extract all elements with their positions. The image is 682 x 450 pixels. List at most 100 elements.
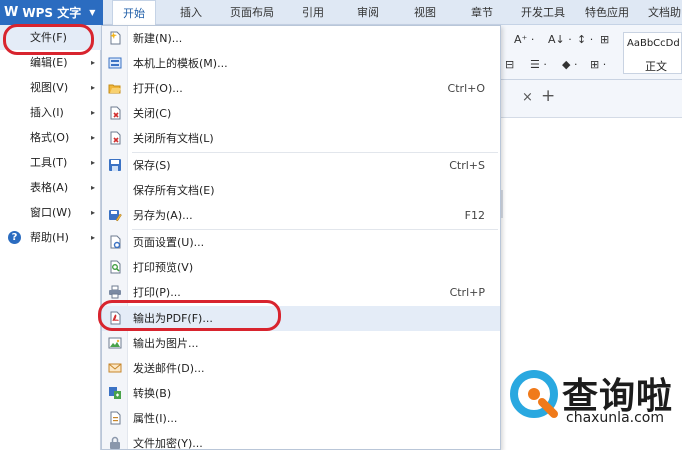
menu-item-page-setup[interactable]: 页面设置(U)...: [102, 230, 500, 255]
menu-label: 保存所有文档(E): [133, 184, 215, 197]
menu-item-format[interactable]: 格式(O) ▸: [0, 125, 101, 150]
submenu-arrow-icon: ▸: [90, 108, 95, 117]
menu-label: 帮助(H): [30, 231, 69, 244]
submenu-arrow-icon: ▸: [90, 58, 95, 67]
list-button[interactable]: ☰ ·: [530, 58, 547, 71]
menu-item-properties[interactable]: 属性(I)...: [102, 406, 500, 431]
close-document-icon: [110, 106, 121, 120]
shading-button[interactable]: ◆ ·: [562, 58, 577, 71]
submenu-arrow-icon: ▸: [90, 183, 95, 192]
style-sample: AaBbCcDd: [627, 38, 680, 49]
menu-item-local-templates[interactable]: 本机上的模板(M)...: [102, 51, 500, 76]
tab-insert[interactable]: 插入: [180, 0, 202, 25]
line-spacing-button[interactable]: ↕ ·: [577, 33, 593, 46]
menu-item-encrypt[interactable]: 文件加密(Y)...: [102, 431, 500, 450]
watermark-logo-icon: [510, 370, 558, 418]
menu-label: 关闭(C): [133, 107, 172, 120]
wps-logo-icon: W: [4, 5, 19, 20]
menu-label: 格式(O): [30, 131, 70, 144]
submenu-arrow-icon: ▸: [90, 208, 95, 217]
annotation-ring-export-pdf: [98, 300, 281, 331]
wps-main-menu: 文件(F) 编辑(E) ▸ 视图(V) ▸ 插入(I) ▸ 格式(O) ▸ 工具(T) ▸…: [0, 25, 101, 450]
template-icon: [108, 57, 122, 69]
menu-item-send-mail[interactable]: 发送邮件(D)...: [102, 356, 500, 381]
menu-label: 编辑(E): [30, 56, 68, 69]
menu-item-table[interactable]: 表格(A) ▸: [0, 175, 101, 200]
menu-label: 文件加密(Y)...: [133, 437, 203, 450]
menu-item-export-image[interactable]: 输出为图片...: [102, 331, 500, 356]
shortcut-label: F12: [464, 209, 485, 222]
menu-label: 打开(O)...: [133, 82, 183, 95]
sort-button[interactable]: A↓ ·: [548, 33, 572, 46]
menu-label: 转换(B): [133, 387, 172, 400]
new-document-icon: [110, 31, 121, 45]
shortcut-label: Ctrl+P: [449, 286, 485, 299]
table-icon[interactable]: ⊞: [600, 33, 609, 46]
submenu-arrow-icon: ▸: [90, 158, 95, 167]
menu-item-convert[interactable]: 转换(B): [102, 381, 500, 406]
close-tab-icon[interactable]: ×: [522, 90, 533, 105]
menu-label: 新建(N)...: [133, 32, 183, 45]
border-button[interactable]: ⊞ ·: [590, 58, 606, 71]
font-size-grow-button[interactable]: A⁺ ·: [514, 33, 534, 46]
tab-doc-assistant[interactable]: 文档助: [648, 0, 681, 25]
menu-item-save[interactable]: 保存(S) Ctrl+S: [102, 153, 500, 178]
wps-app-menu-button[interactable]: W WPS 文字 ▼: [0, 0, 103, 25]
menu-item-open[interactable]: 打开(O)... Ctrl+O: [102, 76, 500, 101]
image-export-icon: [108, 337, 122, 349]
submenu-arrow-icon: ▸: [90, 133, 95, 142]
annotation-ring-file: [3, 24, 94, 55]
watermark-url: chaxunla.com: [566, 410, 664, 426]
close-all-icon: [110, 131, 121, 145]
save-as-icon: [109, 210, 122, 222]
menu-item-save-as[interactable]: 另存为(A)... F12: [102, 203, 500, 228]
tab-developer[interactable]: 开发工具: [521, 0, 565, 25]
menu-label: 打印预览(V): [133, 261, 194, 274]
tab-special-apps[interactable]: 特色应用: [585, 0, 629, 25]
file-submenu: 新建(N)... 本机上的模板(M)... 打开(O)... Ctrl+O 关闭…: [101, 25, 501, 450]
app-title: WPS 文字: [22, 6, 82, 20]
menu-label: 保存(S): [133, 159, 171, 172]
menu-item-tools[interactable]: 工具(T) ▸: [0, 150, 101, 175]
menu-item-new[interactable]: 新建(N)...: [102, 26, 500, 51]
menu-label: 窗口(W): [30, 206, 72, 219]
tab-view[interactable]: 视图: [414, 0, 436, 25]
menu-label: 插入(I): [30, 106, 64, 119]
menu-item-view[interactable]: 视图(V) ▸: [0, 75, 101, 100]
menu-label: 页面设置(U)...: [133, 236, 205, 249]
menu-item-insert[interactable]: 插入(I) ▸: [0, 100, 101, 125]
menu-label: 另存为(A)...: [133, 209, 193, 222]
menu-label: 工具(T): [30, 156, 68, 169]
properties-icon: [110, 411, 121, 425]
printer-icon: [109, 285, 121, 299]
print-preview-icon: [110, 260, 121, 274]
style-name-normal: 正文: [645, 60, 667, 73]
shortcut-label: Ctrl+S: [449, 159, 485, 172]
menu-label: 视图(V): [30, 81, 69, 94]
menu-item-close[interactable]: 关闭(C): [102, 101, 500, 126]
mail-icon: [108, 363, 122, 373]
save-icon: [109, 159, 121, 171]
menu-item-close-all[interactable]: 关闭所有文档(L): [102, 126, 500, 151]
tab-review[interactable]: 审阅: [357, 0, 379, 25]
menu-label: 表格(A): [30, 181, 69, 194]
menu-label: 发送邮件(D)...: [133, 362, 205, 375]
tab-start[interactable]: 开始: [112, 0, 156, 25]
tab-references[interactable]: 引用: [302, 0, 324, 25]
shortcut-label: Ctrl+O: [447, 82, 485, 95]
new-tab-icon[interactable]: +: [541, 86, 555, 106]
menu-item-save-all[interactable]: 保存所有文档(E): [102, 178, 500, 203]
menu-label: 关闭所有文档(L): [133, 132, 214, 145]
submenu-arrow-icon: ▸: [90, 233, 95, 242]
help-icon: ?: [8, 231, 21, 244]
tab-page-layout[interactable]: 页面布局: [230, 0, 274, 25]
menu-item-help[interactable]: ? 帮助(H) ▸: [0, 225, 101, 250]
chevron-down-icon: ▼: [89, 8, 96, 17]
menu-label: 输出为图片...: [133, 337, 199, 350]
menu-item-print-preview[interactable]: 打印预览(V): [102, 255, 500, 280]
menu-item-window[interactable]: 窗口(W) ▸: [0, 200, 101, 225]
distribute-icon[interactable]: ⊟: [505, 58, 514, 71]
menu-label: 属性(I)...: [133, 412, 178, 425]
lock-icon: [110, 436, 120, 449]
tab-chapter[interactable]: 章节: [471, 0, 493, 25]
